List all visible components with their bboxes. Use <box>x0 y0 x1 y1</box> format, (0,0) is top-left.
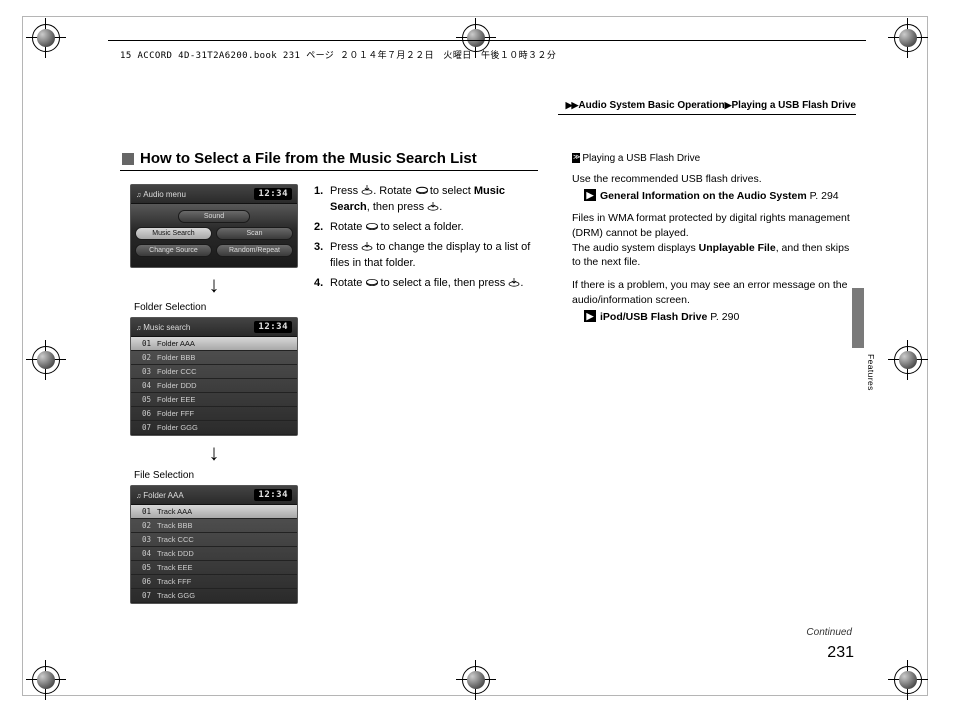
screen-title: Folder AAA <box>136 491 184 500</box>
scan-button: Scan <box>216 227 293 240</box>
chevron-right-icon: ▶▶ <box>566 100 578 110</box>
list-item: 04Track DDD <box>131 547 297 561</box>
crop-mark-icon <box>888 18 928 58</box>
arrow-down-icon: ↓ <box>130 444 298 468</box>
folder-selection-label: Folder Selection <box>134 302 298 313</box>
continued-label: Continued <box>806 627 852 638</box>
list-item: 03Folder CCC <box>131 365 297 379</box>
list-item: 04Folder DDD <box>131 379 297 393</box>
push-button-icon <box>361 241 373 251</box>
list-item: 02Folder BBB <box>131 351 297 365</box>
rotate-dial-icon <box>365 277 377 287</box>
list-item: 01Folder AAA <box>131 337 297 351</box>
chevron-right-icon: ≫ <box>572 153 580 163</box>
sidebar-text: Files in WMA format protected by digital… <box>572 211 856 240</box>
change-source-button: Change Source <box>135 244 212 257</box>
list-item: 07Folder GGG <box>131 421 297 435</box>
step-3: 3. Press to change the display to a list… <box>314 240 544 272</box>
crop-mark-icon <box>888 340 928 380</box>
sound-button: Sound <box>178 210 250 223</box>
rotate-dial-icon <box>365 221 377 231</box>
screen-title: Music search <box>136 323 190 332</box>
sidebar-text: The audio system displays Unplayable Fil… <box>572 241 856 270</box>
reference-icon: ▶ <box>584 310 596 322</box>
crop-mark-icon <box>26 660 66 700</box>
folder-screen: Folder AAA 12:34 01Track AAA02Track BBB0… <box>130 485 298 604</box>
screenshot-column: Audio menu 12:34 Sound Music SearchScan … <box>130 184 298 612</box>
list-item: 05Folder EEE <box>131 393 297 407</box>
push-button-icon <box>427 201 439 211</box>
sidebar-heading: ≫Playing a USB Flash Drive <box>572 152 856 166</box>
sidebar-text: If there is a problem, you may see an er… <box>572 278 856 307</box>
music-search-screen: Music search 12:34 01Folder AAA02Folder … <box>130 317 298 436</box>
info-sidebar: ≫Playing a USB Flash Drive Use the recom… <box>572 152 856 332</box>
square-bullet-icon <box>122 153 134 165</box>
cross-reference: ▶ iPod/USB Flash Drive P. 290 <box>584 310 856 325</box>
arrow-down-icon: ↓ <box>130 276 298 300</box>
clock: 12:34 <box>254 489 292 501</box>
audio-menu-screen: Audio menu 12:34 Sound Music SearchScan … <box>130 184 298 268</box>
push-button-icon <box>508 277 520 287</box>
top-crop-rule <box>108 40 866 41</box>
list-item: 06Folder FFF <box>131 407 297 421</box>
crop-mark-icon <box>888 660 928 700</box>
breadcrumb: ▶▶Audio System Basic Operation▶Playing a… <box>566 100 856 111</box>
page-number: 231 <box>827 644 854 662</box>
step-1: 1. Press . Rotate to select Music Search… <box>314 184 544 216</box>
list-item: 03Track CCC <box>131 533 297 547</box>
random-repeat-button: Random/Repeat <box>216 244 293 257</box>
rotate-dial-icon <box>415 185 427 195</box>
sidebar-text: Use the recommended USB flash drives. <box>572 172 856 187</box>
step-4: 4. Rotate to select a file, then press . <box>314 276 544 292</box>
section-title: How to Select a File from the Music Sear… <box>122 150 492 167</box>
list-item: 06Track FFF <box>131 575 297 589</box>
instruction-steps: 1. Press . Rotate to select Music Search… <box>314 184 544 296</box>
breadcrumb-rule <box>558 114 856 115</box>
list-item: 02Track BBB <box>131 519 297 533</box>
push-button-icon <box>361 185 373 195</box>
file-selection-label: File Selection <box>134 470 298 481</box>
screen-title: Audio menu <box>136 190 186 199</box>
step-2: 2. Rotate to select a folder. <box>314 220 544 236</box>
crop-mark-icon <box>26 340 66 380</box>
title-rule <box>120 170 538 171</box>
section-tab <box>852 288 864 348</box>
section-tab-label: Features <box>866 354 876 391</box>
crop-mark-icon <box>456 660 496 700</box>
chevron-right-icon: ▶ <box>725 100 731 110</box>
music-search-button: Music Search <box>135 227 212 240</box>
list-item: 05Track EEE <box>131 561 297 575</box>
list-item: 01Track AAA <box>131 505 297 519</box>
clock: 12:34 <box>254 188 292 200</box>
crop-mark-icon <box>26 18 66 58</box>
clock: 12:34 <box>254 321 292 333</box>
print-metadata: 15 ACCORD 4D-31T2A6200.book 231 ページ ２０１４… <box>120 48 556 61</box>
reference-icon: ▶ <box>584 189 596 201</box>
list-item: 07Track GGG <box>131 589 297 603</box>
cross-reference: ▶ General Information on the Audio Syste… <box>584 189 856 204</box>
